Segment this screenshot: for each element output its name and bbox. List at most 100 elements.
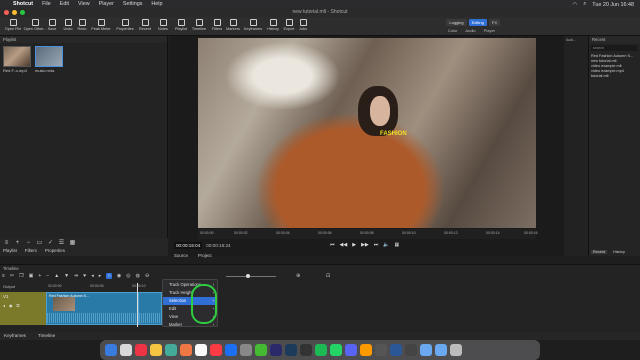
whatsapp-icon[interactable]	[330, 344, 342, 356]
menu-app-name[interactable]: Shotcut	[13, 1, 33, 7]
hide-icon[interactable]: ◉	[9, 303, 13, 308]
append-icon[interactable]: +	[38, 273, 41, 279]
ripple-icon[interactable]: ◎	[126, 273, 130, 279]
tab-source[interactable]: Source	[174, 253, 188, 258]
playlist-clip[interactable]: Red F..o.mp4	[3, 46, 31, 73]
lock-icon[interactable]: ⚿	[17, 303, 20, 308]
lightroom-icon[interactable]	[285, 344, 297, 356]
app-icon[interactable]	[165, 344, 177, 356]
launchpad-icon[interactable]	[120, 344, 132, 356]
tab-properties[interactable]: Properties	[45, 248, 65, 253]
track-header-v1[interactable]: V1 ◂ ◉ ⚿	[0, 292, 46, 325]
vlc-icon[interactable]	[360, 344, 372, 356]
skip-next-icon[interactable]: ⏭	[374, 242, 379, 248]
open-file-button[interactable]: Open File	[2, 19, 24, 31]
menu-file[interactable]: File	[42, 1, 51, 7]
menu-help[interactable]: Help	[151, 1, 162, 7]
properties-button[interactable]: Properties	[114, 19, 136, 31]
layout-audio[interactable]: Audio	[465, 28, 475, 33]
lift-icon[interactable]: ▲	[54, 273, 59, 279]
mute-icon[interactable]: ◂	[3, 303, 5, 308]
volume-icon[interactable]: 🔈	[383, 242, 389, 248]
app-icon[interactable]	[300, 344, 312, 356]
layout-color[interactable]: Color	[448, 28, 458, 33]
premiere-icon[interactable]	[270, 344, 282, 356]
timecode-current[interactable]: 00:00:15:04	[174, 241, 203, 249]
layout-editing[interactable]: Editing	[468, 19, 487, 26]
app-icon[interactable]	[405, 344, 417, 356]
ripple-all-icon[interactable]: ◍	[136, 273, 140, 279]
recent-item[interactable]: Red Fashion Autumn S...	[589, 53, 640, 58]
play-icon[interactable]: ▶	[352, 242, 356, 248]
app-icon[interactable]	[150, 344, 162, 356]
shotcut-icon[interactable]	[375, 344, 387, 356]
menu-view[interactable]: View	[78, 1, 90, 7]
app-icon[interactable]	[390, 344, 402, 356]
music-icon[interactable]	[210, 344, 222, 356]
timeline-ruler[interactable]: 00:00:00 00:00:05 00:00:10	[46, 284, 640, 291]
scrub-icon[interactable]: ◉	[117, 273, 121, 279]
keyframes-button[interactable]: Keyframes	[242, 19, 264, 31]
prev-marker-icon[interactable]: ◂	[91, 273, 94, 279]
settings-icon[interactable]	[240, 344, 252, 356]
minimize-window-button[interactable]	[12, 10, 17, 15]
menu-icon[interactable]: ≡	[2, 273, 5, 279]
app-icon[interactable]	[180, 344, 192, 356]
spotify-icon[interactable]	[315, 344, 327, 356]
menu-settings[interactable]: Settings	[123, 1, 142, 7]
peak-meter-button[interactable]: Peak Meter	[90, 19, 112, 31]
video-preview[interactable]: FASHION	[198, 38, 536, 228]
fast-forward-icon[interactable]: ▶▶	[361, 242, 369, 248]
layout-fx[interactable]: FX	[488, 19, 500, 26]
zoom-in-icon[interactable]: ⊕	[296, 273, 300, 279]
overwrite-icon[interactable]: ▼	[64, 273, 69, 279]
cut-icon[interactable]: ✂	[10, 273, 14, 279]
tab-timeline[interactable]: Timeline	[38, 333, 55, 339]
zoom-slider-handle[interactable]	[246, 274, 250, 278]
wifi-icon[interactable]: ◠	[572, 2, 577, 8]
next-marker-icon[interactable]: ▸	[99, 273, 102, 279]
app-icon[interactable]	[345, 344, 357, 356]
player-ruler[interactable]: 00:00:00 00:00:02 00:00:04 00:00:06 00:0…	[198, 229, 538, 239]
menu-icon[interactable]: ≡	[3, 240, 10, 246]
remove-icon[interactable]: −	[46, 273, 49, 279]
jobs-button[interactable]: Jobs	[292, 19, 314, 31]
menu-player[interactable]: Player	[99, 1, 114, 7]
search-icon[interactable]: ⌕	[583, 1, 586, 8]
update-icon[interactable]: ▭	[36, 240, 43, 246]
clock[interactable]: Tue 20 Jun 16:48	[592, 2, 634, 8]
tab-history[interactable]: History	[613, 250, 625, 254]
recent-search-input[interactable]: search	[591, 45, 638, 51]
tab-keyframes[interactable]: Keyframes	[4, 333, 26, 339]
zoom-slider[interactable]	[226, 274, 276, 278]
rewind-icon[interactable]: ◀◀	[340, 242, 348, 248]
grid-view-icon[interactable]: ▦	[69, 240, 76, 246]
grid-icon[interactable]: ▦	[395, 242, 400, 248]
close-window-button[interactable]	[4, 10, 9, 15]
markers-button[interactable]: Markers	[222, 19, 244, 31]
playhead[interactable]	[137, 283, 138, 327]
tab-recent[interactable]: Recent	[591, 250, 608, 254]
layout-player[interactable]: Player	[484, 28, 495, 33]
copy-icon[interactable]: ❐	[19, 273, 23, 279]
recent-item[interactable]: tutorial.mlt	[589, 73, 640, 78]
paste-icon[interactable]: ▣	[29, 273, 34, 279]
menu-edit[interactable]: Edit	[60, 1, 69, 7]
layout-logging[interactable]: Logging	[446, 19, 467, 26]
remove-icon[interactable]: −	[25, 240, 32, 246]
app-icon[interactable]	[255, 344, 267, 356]
folder-icon[interactable]	[420, 344, 432, 356]
finder-icon[interactable]	[105, 344, 117, 356]
app-store-icon[interactable]	[225, 344, 237, 356]
list-view-icon[interactable]: ☰	[58, 240, 65, 246]
playlist-clip[interactable]: music.m4a	[35, 46, 63, 73]
folder-icon[interactable]	[435, 344, 447, 356]
tab-playlist[interactable]: Playlist	[3, 248, 17, 253]
timeline-clip[interactable]: Red Fashion Autumn S...	[46, 292, 138, 325]
skip-previous-icon[interactable]: ⏮	[330, 242, 335, 248]
check-icon[interactable]: ✓	[47, 240, 54, 246]
marker-icon[interactable]: ♥	[83, 273, 86, 279]
split-icon[interactable]: ⇹	[74, 273, 78, 279]
tab-project[interactable]: Project	[198, 253, 212, 258]
app-icon[interactable]	[135, 344, 147, 356]
